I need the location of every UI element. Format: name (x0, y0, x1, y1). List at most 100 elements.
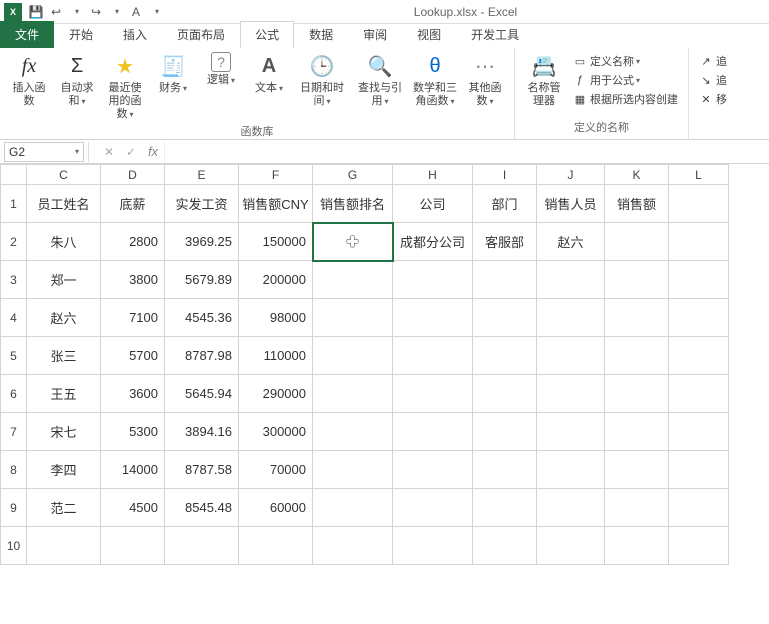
cell[interactable] (537, 375, 605, 413)
cell[interactable] (605, 375, 669, 413)
cell[interactable] (165, 527, 239, 565)
undo-dropdown[interactable]: ▾ (66, 2, 86, 22)
row-header-5[interactable]: 5 (1, 337, 27, 375)
cell[interactable]: 公司 (393, 185, 473, 223)
more-functions-button[interactable]: ⋯ 其他函数▾ (462, 50, 508, 110)
cell[interactable]: 60000 (239, 489, 313, 527)
touch-mode-button[interactable]: A (126, 2, 146, 22)
fx-button[interactable]: fx (142, 142, 164, 162)
cell[interactable]: 200000 (239, 261, 313, 299)
datetime-button[interactable]: 🕒 日期和时间▾ (294, 50, 350, 110)
cell[interactable]: 8787.58 (165, 451, 239, 489)
cell[interactable]: 员工姓名 (27, 185, 101, 223)
cell[interactable] (473, 261, 537, 299)
cell[interactable] (669, 223, 729, 261)
col-header-C[interactable]: C (27, 165, 101, 185)
cell[interactable]: 3800 (101, 261, 165, 299)
cell[interactable] (605, 261, 669, 299)
tab-layout[interactable]: 页面布局 (162, 21, 240, 48)
cell[interactable] (313, 489, 393, 527)
cell[interactable]: 150000 (239, 223, 313, 261)
cell[interactable] (393, 337, 473, 375)
cell[interactable] (669, 451, 729, 489)
trace-button-2[interactable]: ↘追 (699, 71, 727, 89)
row-header-6[interactable]: 6 (1, 375, 27, 413)
tab-view[interactable]: 视图 (402, 21, 456, 48)
cell[interactable]: 销售额排名 (313, 185, 393, 223)
cell[interactable]: 李四 (27, 451, 101, 489)
col-header-E[interactable]: E (165, 165, 239, 185)
cell[interactable] (393, 527, 473, 565)
cell[interactable] (473, 527, 537, 565)
tab-review[interactable]: 审阅 (348, 21, 402, 48)
cell[interactable] (313, 337, 393, 375)
cell[interactable] (537, 337, 605, 375)
col-header-K[interactable]: K (605, 165, 669, 185)
cell[interactable] (605, 451, 669, 489)
trace-button[interactable]: ↗追 (699, 52, 727, 70)
cell[interactable] (473, 337, 537, 375)
cell[interactable]: 张三 (27, 337, 101, 375)
name-box[interactable]: G2▾ (4, 142, 84, 162)
use-in-formula-button[interactable]: ƒ用于公式▾ (573, 71, 678, 89)
row-header-7[interactable]: 7 (1, 413, 27, 451)
tab-file[interactable]: 文件 (0, 21, 54, 48)
cell[interactable] (537, 413, 605, 451)
row-header-10[interactable]: 10 (1, 527, 27, 565)
cell[interactable]: 成都分公司 (393, 223, 473, 261)
redo-button[interactable]: ↪ (86, 2, 106, 22)
cell[interactable]: 8545.48 (165, 489, 239, 527)
row-header-8[interactable]: 8 (1, 451, 27, 489)
tab-insert[interactable]: 插入 (108, 21, 162, 48)
cell[interactable] (473, 375, 537, 413)
cell[interactable] (669, 375, 729, 413)
cell[interactable] (313, 299, 393, 337)
cell[interactable] (669, 413, 729, 451)
cell[interactable] (537, 451, 605, 489)
autosum-button[interactable]: Σ 自动求和▾ (54, 50, 100, 110)
cell[interactable]: 销售额CNY (239, 185, 313, 223)
create-from-selection-button[interactable]: ▦根据所选内容创建 (573, 90, 678, 108)
cell[interactable] (473, 413, 537, 451)
cell[interactable]: 8787.98 (165, 337, 239, 375)
cell[interactable]: 4500 (101, 489, 165, 527)
col-header-J[interactable]: J (537, 165, 605, 185)
cell[interactable] (537, 261, 605, 299)
cell[interactable] (605, 223, 669, 261)
insert-function-button[interactable]: fx 插入函数 (6, 50, 52, 110)
cell[interactable] (669, 337, 729, 375)
cell[interactable] (669, 489, 729, 527)
cell[interactable] (473, 489, 537, 527)
math-button[interactable]: θ 数学和三角函数▾ (410, 50, 460, 110)
cell[interactable] (537, 299, 605, 337)
cell[interactable]: 王五 (27, 375, 101, 413)
cell[interactable]: ✚ (313, 223, 393, 261)
col-header-I[interactable]: I (473, 165, 537, 185)
cell[interactable] (313, 413, 393, 451)
cell[interactable]: 300000 (239, 413, 313, 451)
cell[interactable]: 14000 (101, 451, 165, 489)
cell[interactable]: 5700 (101, 337, 165, 375)
col-header-L[interactable]: L (669, 165, 729, 185)
cell[interactable]: 部门 (473, 185, 537, 223)
cell[interactable]: 5645.94 (165, 375, 239, 413)
recent-functions-button[interactable]: ★ 最近使用的函数▾ (102, 50, 148, 123)
cancel-formula-button[interactable]: ✕ (98, 142, 120, 162)
cell[interactable]: 3894.16 (165, 413, 239, 451)
row-header-9[interactable]: 9 (1, 489, 27, 527)
cell[interactable]: 110000 (239, 337, 313, 375)
enter-formula-button[interactable]: ✓ (120, 142, 142, 162)
row-header-2[interactable]: 2 (1, 223, 27, 261)
formula-input[interactable] (164, 142, 769, 162)
cell[interactable] (605, 299, 669, 337)
logical-button[interactable]: ? 逻辑▾ (198, 50, 244, 89)
tab-dev[interactable]: 开发工具 (456, 21, 534, 48)
cell[interactable] (27, 527, 101, 565)
cell[interactable]: 郑一 (27, 261, 101, 299)
cell[interactable]: 3600 (101, 375, 165, 413)
cell[interactable]: 5300 (101, 413, 165, 451)
tab-formulas[interactable]: 公式 (240, 21, 294, 48)
cell[interactable] (669, 261, 729, 299)
cell[interactable]: 底薪 (101, 185, 165, 223)
cell[interactable] (393, 375, 473, 413)
